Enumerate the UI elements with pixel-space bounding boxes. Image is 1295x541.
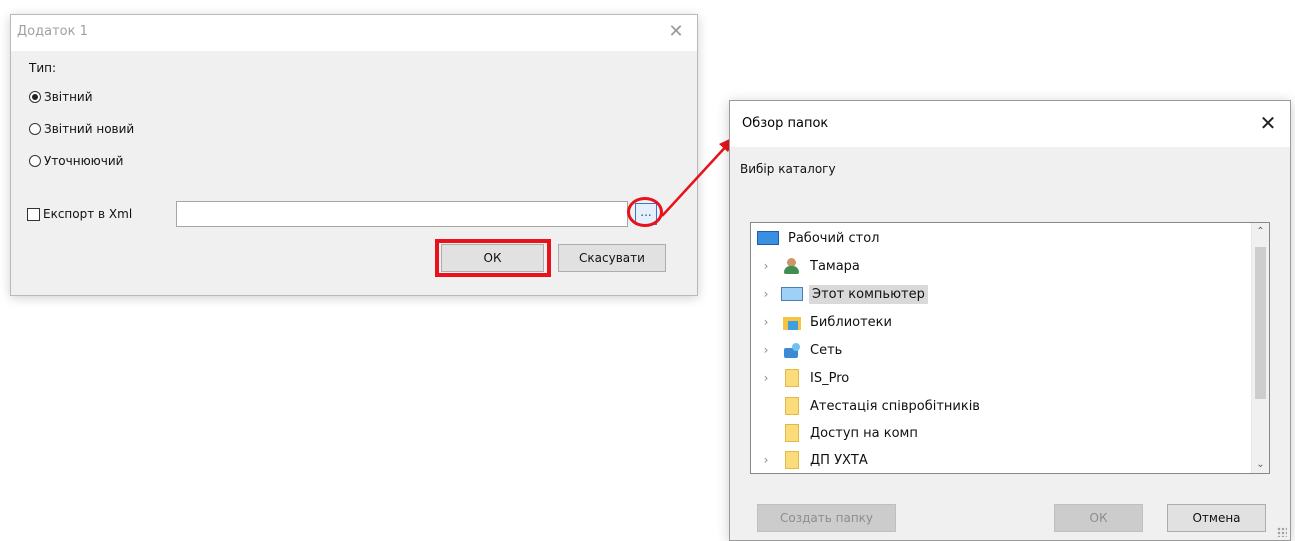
- chevron-up-icon[interactable]: ⌃: [1252, 223, 1269, 240]
- chevron-right-icon[interactable]: ›: [761, 259, 771, 273]
- tree-item-network[interactable]: Сеть: [783, 338, 845, 362]
- tree-item-label: Доступ на комп: [810, 425, 918, 441]
- cancel-button[interactable]: Скасувати: [558, 244, 666, 272]
- folder-icon: [785, 451, 799, 469]
- tree-item-is-pro[interactable]: IS_Pro: [783, 366, 852, 390]
- radio-zvitnyi[interactable]: Звітний: [29, 90, 93, 104]
- chevron-right-icon[interactable]: ›: [761, 287, 771, 301]
- radio-button-checked[interactable]: [29, 91, 41, 103]
- vertical-scrollbar[interactable]: ⌃ ⌄: [1251, 223, 1269, 473]
- chevron-right-icon[interactable]: ›: [761, 315, 771, 329]
- libraries-icon: [783, 314, 801, 330]
- tree-item-tamara[interactable]: Тамара: [783, 254, 863, 278]
- radio-utochniuiuchyi[interactable]: Уточнюючий: [29, 154, 123, 168]
- chevron-right-icon[interactable]: ›: [761, 453, 771, 467]
- tree-item-label: IS_Pro: [810, 370, 850, 386]
- tree-item-dostup[interactable]: Доступ на комп: [783, 421, 921, 445]
- radio-button[interactable]: [29, 123, 41, 135]
- export-xml-checkbox-row[interactable]: Експорт в Xml: [27, 207, 132, 221]
- export-dialog: Додаток 1 ✕ Тип: Звітний Звітний новий У…: [10, 14, 698, 296]
- radio-zvitnyi-novyi[interactable]: Звітний новий: [29, 122, 134, 136]
- cancel-button[interactable]: Отмена: [1167, 504, 1266, 532]
- ok-button[interactable]: ОК: [1054, 504, 1143, 532]
- close-icon[interactable]: ✕: [665, 21, 687, 43]
- tree-item-label: Тамара: [810, 258, 860, 274]
- new-folder-button[interactable]: Создать папку: [757, 504, 896, 532]
- chevron-right-icon[interactable]: ›: [761, 371, 771, 385]
- tree-item-atestatsiia[interactable]: Атестація співробітників: [783, 394, 983, 418]
- radio-label: Звітний новий: [44, 122, 135, 136]
- dialog-title: Обзор папок: [742, 116, 829, 131]
- network-icon: [783, 342, 801, 358]
- browse-folders-dialog: Обзор папок ✕ Вибір каталогу Рабочий сто…: [729, 100, 1291, 541]
- tree-item-label: Сеть: [810, 342, 843, 358]
- dialog-description: Вибір каталогу: [740, 162, 836, 176]
- radio-label: Звітний: [44, 90, 93, 104]
- tree-item-label: Атестація співробітників: [810, 398, 980, 414]
- tree-item-dp-ukhta[interactable]: ДП УХТА: [783, 448, 871, 472]
- export-xml-checkbox[interactable]: [27, 207, 40, 221]
- ok-button[interactable]: ОК: [441, 244, 544, 272]
- tree-item-label: ДП УХТА: [810, 452, 868, 468]
- type-label: Тип:: [29, 61, 57, 75]
- chevron-down-icon[interactable]: ⌄: [1252, 456, 1269, 473]
- browse-button[interactable]: ...: [635, 203, 657, 225]
- tree-item-label: Этот компьютер: [809, 284, 928, 304]
- computer-icon: [781, 287, 803, 301]
- tree-item-label: Рабочий стол: [788, 230, 880, 246]
- dialog-title: Додаток 1: [17, 24, 88, 39]
- user-icon: [783, 258, 801, 274]
- folder-icon: [785, 369, 799, 387]
- resize-grip-icon[interactable]: [1277, 527, 1287, 537]
- folder-icon: [785, 397, 799, 415]
- tree-item-libraries[interactable]: Библиотеки: [783, 310, 895, 334]
- scrollbar-thumb[interactable]: [1255, 247, 1266, 399]
- tree-item-this-pc[interactable]: Этот компьютер: [781, 282, 928, 306]
- chevron-right-icon[interactable]: ›: [761, 343, 771, 357]
- desktop-icon: [757, 231, 779, 245]
- folder-tree[interactable]: Рабочий стол › Тамара › Этот компьютер ›…: [750, 222, 1270, 474]
- folder-icon: [785, 424, 799, 442]
- dialog-titlebar: Додаток 1 ✕: [11, 15, 697, 51]
- export-xml-label: Експорт в Xml: [43, 207, 133, 221]
- path-input[interactable]: [176, 201, 628, 227]
- radio-button[interactable]: [29, 155, 41, 167]
- tree-item-desktop[interactable]: Рабочий стол: [757, 226, 882, 250]
- radio-label: Уточнюючий: [44, 154, 124, 168]
- tree-item-label: Библиотеки: [810, 314, 892, 330]
- close-icon[interactable]: ✕: [1256, 111, 1280, 135]
- dialog-titlebar: Обзор папок ✕: [730, 101, 1290, 147]
